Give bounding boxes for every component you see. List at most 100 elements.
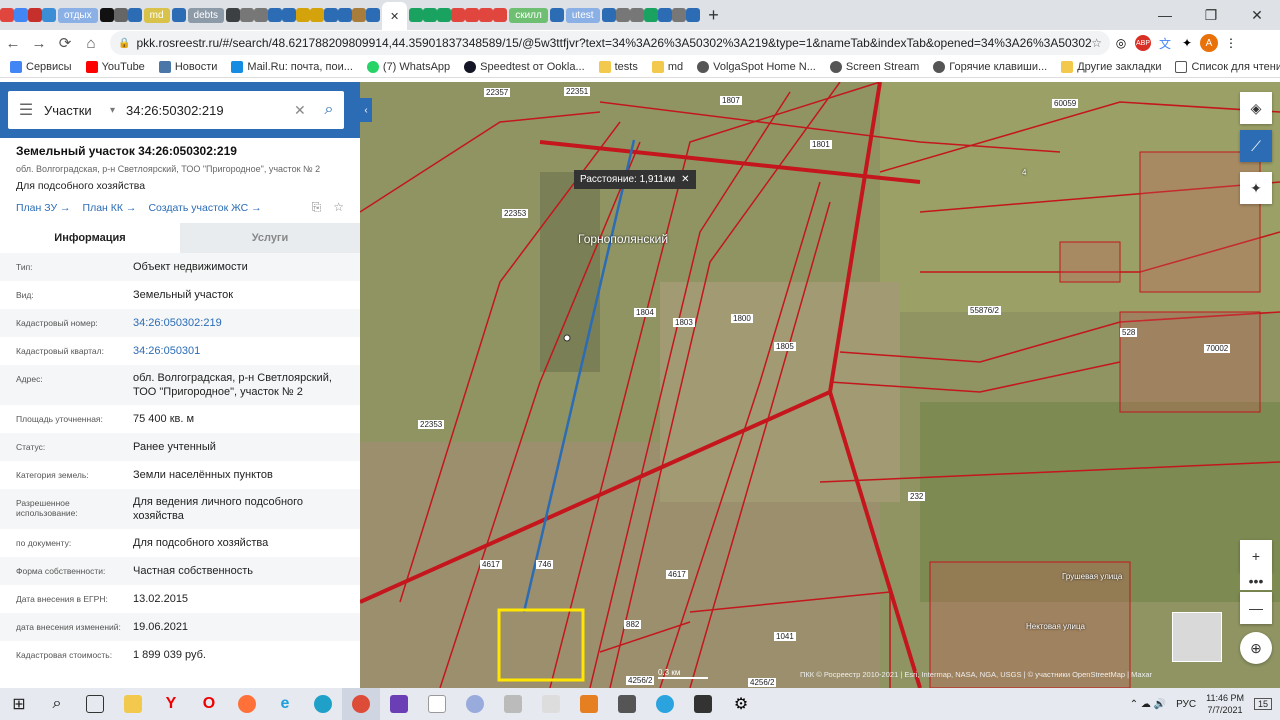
tab-skill[interactable]: скилл <box>509 4 548 26</box>
favicon-icon[interactable] <box>657 8 672 22</box>
favicon-icon[interactable] <box>671 8 686 22</box>
favicon-icon[interactable] <box>113 8 128 22</box>
bookmark-item[interactable]: Новости <box>158 60 217 73</box>
bookmark-item[interactable]: VolgaSpot Home N... <box>697 60 816 73</box>
map-view[interactable]: Расстояние: 1,911км ✕ Горнополянский 223… <box>360 82 1280 688</box>
favicon-icon[interactable] <box>615 8 630 22</box>
clock[interactable]: 11:46 PM 7/7/2021 <box>1206 692 1244 716</box>
clear-icon[interactable]: ✕ <box>294 102 314 119</box>
profile-avatar[interactable]: A <box>1198 32 1220 54</box>
bookmark-item[interactable]: Горячие клавиши... <box>933 60 1047 73</box>
plan-kk-link[interactable]: План КК → <box>83 202 137 214</box>
favicon-icon[interactable] <box>601 8 616 22</box>
favicon-icon[interactable] <box>629 8 644 22</box>
bookmark-item[interactable]: Speedtest от Ookla... <box>464 60 585 73</box>
bookmark-item[interactable]: (7) WhatsApp <box>366 60 450 73</box>
favicon-icon[interactable] <box>0 8 14 22</box>
tab-active[interactable]: ✕ <box>382 2 408 30</box>
chevron-down-icon[interactable]: ▾ <box>110 105 126 116</box>
favicon-icon[interactable] <box>324 8 338 22</box>
favicon-icon[interactable] <box>451 8 466 22</box>
favicon-icon[interactable] <box>493 8 508 22</box>
tab-utest[interactable]: utest <box>565 4 600 26</box>
compass-button[interactable]: ⊕ <box>1240 632 1272 664</box>
tray-icons[interactable]: ⌃ ☁ 🔊 <box>1130 699 1166 710</box>
app-button[interactable] <box>532 688 570 720</box>
bookmark-item[interactable]: Сервисы <box>10 60 72 73</box>
save-app-button[interactable] <box>380 688 418 720</box>
yandex-button[interactable]: Y <box>152 688 190 720</box>
favicon-icon[interactable] <box>465 8 480 22</box>
bookmark-item[interactable]: tests <box>598 60 638 73</box>
tab-debts[interactable]: debts <box>187 4 224 26</box>
language-indicator[interactable]: РУС <box>1176 699 1196 710</box>
app-button[interactable] <box>684 688 722 720</box>
favicon-icon[interactable] <box>366 8 380 22</box>
plan-zu-link[interactable]: План ЗУ → <box>16 202 71 214</box>
favicon-icon[interactable] <box>28 8 42 22</box>
cadastral-number-link[interactable]: 34:26:050302:219 <box>133 316 344 330</box>
zoom-in-button[interactable]: + <box>1240 540 1272 572</box>
new-tab-button[interactable]: + <box>700 1 728 29</box>
edge-button[interactable] <box>304 688 342 720</box>
app-button[interactable] <box>418 688 456 720</box>
minimap[interactable] <box>1172 612 1222 662</box>
opera-button[interactable]: O <box>190 688 228 720</box>
app-button[interactable] <box>456 688 494 720</box>
bookmark-item[interactable]: md <box>651 60 683 73</box>
ie-button[interactable]: e <box>266 688 304 720</box>
zoom-out-button[interactable]: — <box>1240 592 1272 624</box>
favicon-icon[interactable] <box>479 8 494 22</box>
lock-icon[interactable]: 🔒 <box>118 38 130 49</box>
tab-md[interactable]: md <box>143 4 170 26</box>
locate-button[interactable]: ✦ <box>1240 172 1272 204</box>
favicon-icon[interactable] <box>423 8 438 22</box>
search-icon[interactable]: ⌕ <box>314 101 344 119</box>
favicon-icon[interactable] <box>14 8 28 22</box>
address-bar[interactable]: 🔒 pkk.rosreestr.ru/#/search/48.621788209… <box>110 31 1110 55</box>
favicon-icon[interactable] <box>254 8 268 22</box>
app-button[interactable] <box>608 688 646 720</box>
favicon-icon[interactable] <box>240 8 254 22</box>
tab-otdyh[interactable]: отдых <box>58 4 98 26</box>
app-button[interactable] <box>570 688 608 720</box>
favicon-icon[interactable] <box>549 8 564 22</box>
layers-button[interactable]: ◈ <box>1240 92 1272 124</box>
collapse-panel-button[interactable]: ‹ <box>360 98 372 122</box>
reload-button[interactable]: ⟳ <box>52 30 78 56</box>
tab-services[interactable]: Услуги <box>180 223 360 253</box>
favicon-icon[interactable] <box>296 8 310 22</box>
favicon-icon[interactable] <box>42 8 56 22</box>
search-input[interactable]: 34:26:50302:219 <box>126 103 294 118</box>
create-parcel-link[interactable]: Создать участок ЖС → <box>148 202 261 214</box>
favicon-icon[interactable] <box>127 8 142 22</box>
start-button[interactable]: ⊞ <box>0 688 38 720</box>
favicon-icon[interactable] <box>268 8 282 22</box>
measure-button[interactable]: ⟋ <box>1240 130 1272 162</box>
close-window-button[interactable]: ✕ <box>1234 0 1280 30</box>
close-icon[interactable]: ✕ <box>681 174 689 185</box>
close-icon[interactable]: ✕ <box>390 10 399 23</box>
reading-list[interactable]: Список для чтения <box>1175 60 1280 73</box>
favicon-icon[interactable] <box>282 8 296 22</box>
favicon-icon[interactable] <box>685 8 700 22</box>
search-type-select[interactable]: Участки <box>44 103 110 118</box>
star-icon[interactable]: ☆ <box>333 200 344 215</box>
restore-button[interactable]: ❐ <box>1188 0 1234 30</box>
favicon-icon[interactable] <box>226 8 240 22</box>
bookmark-item[interactable]: YouTube <box>85 60 145 73</box>
search-button[interactable]: ⌕ <box>38 688 76 720</box>
telegram-button[interactable] <box>646 688 684 720</box>
taskview-button[interactable] <box>76 688 114 720</box>
bookmark-item[interactable]: Screen Stream <box>829 60 919 73</box>
favicon-icon[interactable] <box>437 8 452 22</box>
tab-info[interactable]: Информация <box>0 223 180 253</box>
app-button[interactable] <box>494 688 532 720</box>
search-document-icon[interactable]: ⎘ <box>312 200 322 215</box>
forward-button[interactable]: → <box>26 30 52 56</box>
extensions-icon[interactable]: ✦ <box>1176 32 1198 54</box>
firefox-button[interactable] <box>228 688 266 720</box>
favicon-icon[interactable] <box>643 8 658 22</box>
other-bookmarks[interactable]: Другие закладки <box>1061 60 1161 73</box>
favicon-icon[interactable] <box>99 8 114 22</box>
